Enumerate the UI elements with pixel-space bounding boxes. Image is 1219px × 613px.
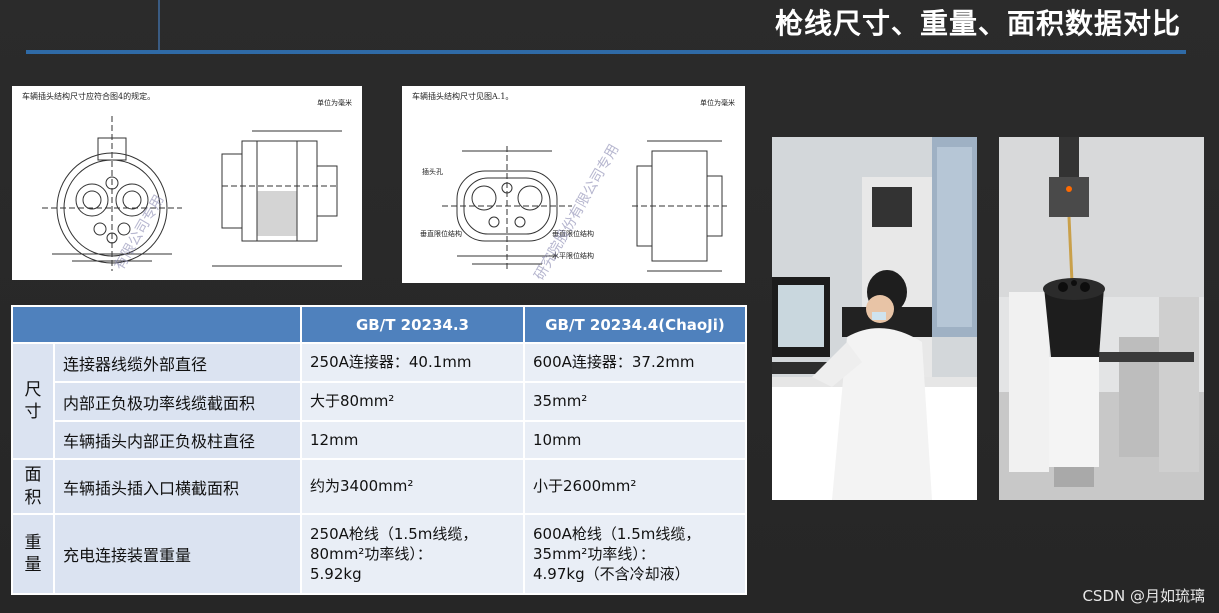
value-gbt3: 大于80mm² [300,381,525,422]
table-row: 内部正负极功率线缆截面积 大于80mm² 35mm² [12,381,747,422]
value-gbt3: 12mm [300,420,525,460]
value-gbt3: 250A枪线（1.5m线缆， 80mm²功率线）： 5.92kg [300,513,525,595]
value-gbt3: 250A连接器：40.1mm [300,342,525,383]
drawing-label-vertical-limit-1: 垂直限位结构 [420,229,462,238]
category-size: 尺 寸 [11,342,55,460]
category-area: 面 积 [11,458,55,515]
category-weight: 重 量 [11,513,55,595]
value-line: 35mm²功率线）： [533,544,655,563]
row-label: 连接器线缆外部直径 [53,342,302,383]
value-line: 4.97kg（不含冷却液） [533,565,690,584]
table-row: 尺 寸 连接器线缆外部直径 250A连接器：40.1mm 600A连接器：37.… [11,342,747,460]
table-row: 车辆插头内部正负极柱直径 12mm 10mm [12,420,747,460]
header-divider [158,0,160,50]
table-row: 面 积 车辆插头插入口横截面积 约为3400mm² 小于2600mm² [11,458,747,515]
row-label: 车辆插头内部正负极柱直径 [53,420,302,460]
lab-photo-technician [772,137,977,500]
value-line: 600A枪线（1.5m线缆， [533,524,701,543]
row-label: 车辆插头插入口横截面积 [53,458,302,515]
title-underline [26,50,1186,54]
drawing-chaoji-graphic: 插头孔 垂直限位结构 垂直限位结构 水平限位结构 研究院股份有限公司专用 [420,140,727,283]
lab-photo-connector [999,137,1204,500]
table-header-blank [11,305,302,344]
lab-photo-connector-graphic [999,137,1204,500]
table-row: 重 量 充电连接装置重量 250A枪线（1.5m线缆， 80mm²功率线）： 5… [11,513,747,595]
drawing-label-pin-hole: 插头孔 [422,167,443,176]
value-chaoji: 35mm² [523,381,747,422]
drawing-gbt-20234-3: 车辆插头结构尺寸应符合图4的规定。 单位为毫米 有限公司专用 [12,86,362,280]
row-label: 充电连接装置重量 [53,513,302,595]
value-gbt3: 约为3400mm² [300,458,525,515]
value-line: 80mm²功率线）： [310,544,432,563]
drawing-gbt-20234-4: 车辆插头结构尺寸见图A.1。 单位为毫米 插头孔 垂直限位结构 垂直限位结构 水… [402,86,745,283]
drawing-stamp: 研究院股份有限公司专用 [532,142,623,283]
row-label: 内部正负极功率线缆截面积 [53,381,302,422]
drawing-gbt3-graphic: 有限公司专用 [42,116,342,273]
lab-photo-technician-graphic [772,137,977,500]
value-chaoji: 600A枪线（1.5m线缆， 35mm²功率线）： 4.97kg（不含冷却液） [523,513,747,595]
value-line: 250A枪线（1.5m线缆， [310,524,478,543]
value-line: 5.92kg [310,565,362,584]
page-title: 枪线尺寸、重量、面积数据对比 [774,7,1181,40]
table-header-gbt3: GB/T 20234.3 [300,305,525,344]
watermark: CSDN @月如琉璃 [1082,587,1205,605]
comparison-table: GB/T 20234.3 GB/T 20234.4(ChaoJi) 尺 寸 连接… [11,305,747,595]
value-chaoji: 10mm [523,420,747,460]
value-chaoji: 小于2600mm² [523,458,747,515]
table-header-row: GB/T 20234.3 GB/T 20234.4(ChaoJi) [11,305,747,344]
table-header-chaoji: GB/T 20234.4(ChaoJi) [523,305,747,344]
value-chaoji: 600A连接器：37.2mm [523,342,747,383]
